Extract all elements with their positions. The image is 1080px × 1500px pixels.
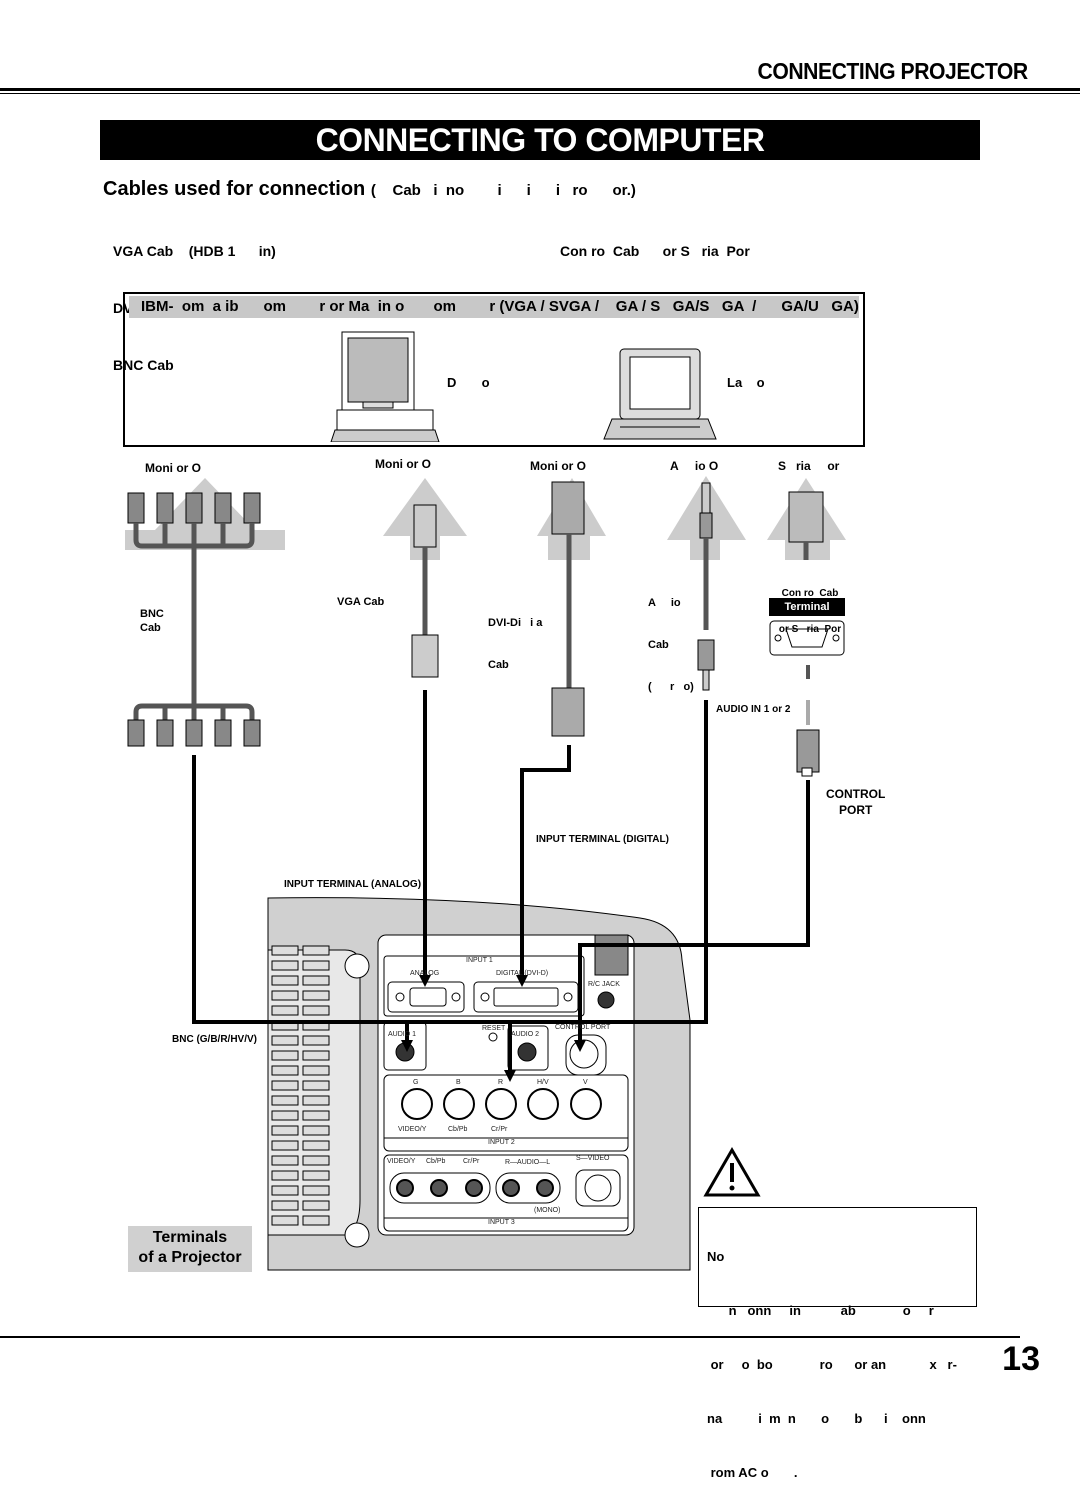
label-line: ( r o) [648, 681, 694, 693]
dvi-cable-label: DVI-Di i a Cab [488, 588, 542, 686]
input3-video-y: VIDEO/Y [387, 1158, 416, 1165]
control-port-plug [796, 729, 820, 773]
input3-cb-pb: Cb/Pb [426, 1158, 446, 1165]
panel-rc-jack-label: R/C JACK [588, 981, 620, 988]
dvi-plug-bottom [551, 687, 585, 737]
input3-audio-rl: R—AUDIO—L [505, 1159, 551, 1166]
bnc-connectors-bottom [127, 719, 261, 747]
warning-icon [703, 1147, 761, 1197]
panel-mono-label: (MONO) [534, 1207, 561, 1214]
label-line: CONTROL [826, 787, 886, 801]
dvi-plug-top [551, 481, 585, 535]
input-terminal-analog-label: INPUT TERMINAL (ANALOG) [284, 879, 422, 890]
bnc-label-r: R [498, 1079, 504, 1086]
dvi-port [493, 987, 559, 1007]
panel-analog-label: ANALOG [410, 970, 440, 977]
label-line: Cab [648, 639, 669, 651]
label-line: Terminals [152, 1229, 228, 1246]
note-line: or o bo ro or an x r- [707, 1357, 957, 1372]
footer-rule [0, 1336, 1020, 1338]
panel-audio1-label: AUDIO 1 [388, 1031, 417, 1038]
audio2-port [517, 1042, 537, 1062]
label-line: Cab [488, 659, 509, 671]
panel-input1-label: INPUT 1 [466, 957, 493, 964]
bnc-inputs-label: BNC (G/B/R/HV/V) [172, 1034, 257, 1045]
label-line: Cab [140, 622, 161, 634]
panel-reset-label: RESET [482, 1025, 506, 1032]
bnc-cable-label: BNC Cab [140, 607, 164, 635]
audio-cable-label: A io Cab ( r o) [648, 568, 694, 708]
note-line: n onn in ab o r [707, 1303, 934, 1318]
note-box: No n onn in ab o r or o bo ro or an x r-… [698, 1207, 977, 1480]
label-line: of a Projector [138, 1249, 242, 1266]
reset-button [488, 1032, 498, 1042]
note-line: na i m n o b i onn [707, 1411, 926, 1426]
vga-plug-bottom [411, 634, 439, 678]
label-line: BNC [140, 608, 164, 620]
note-title: No [707, 1249, 725, 1264]
input-terminal-digital-label: INPUT TERMINAL (DIGITAL) [536, 834, 669, 845]
note-line: rom AC o . [707, 1465, 798, 1480]
control-port-label: CONTROL PORT [826, 786, 885, 818]
connection-diagram [125, 476, 846, 1271]
terminal-badge: Terminal [769, 598, 845, 616]
bnc-arrow [125, 478, 285, 550]
bnc-label-v: V [583, 1079, 588, 1086]
vga-plug-top [413, 504, 437, 548]
rc-jack-port [597, 991, 615, 1009]
input3-cr-pr: Cr/Pr [463, 1158, 480, 1165]
panel-control-port-label: CONTROL PORT [555, 1024, 611, 1031]
panel-digital-label: DIGITAL (DVI-D) [496, 970, 549, 977]
audio-plug [697, 639, 715, 671]
bnc-label-hv: H/V [537, 1079, 549, 1086]
bnc-label-cr-pr: Cr/Pr [491, 1126, 508, 1133]
audio-in-label: AUDIO IN 1 or 2 [716, 704, 791, 715]
bnc-label-b: B [456, 1079, 461, 1086]
control-port-socket [569, 1039, 599, 1069]
terminals-of-projector-label: Terminals of a Projector [128, 1226, 252, 1272]
serial-plug [788, 491, 824, 543]
panel-input3-label: INPUT 3 [488, 1219, 515, 1226]
s-video-port [584, 1174, 612, 1202]
label-line: DVI-Di i a [488, 617, 543, 629]
bnc-label-g: G [413, 1079, 419, 1086]
analog-vga-port [409, 987, 447, 1007]
vga-cable-label: VGA Cab [337, 596, 385, 608]
bnc-label-cb-pb: Cb/Pb [448, 1126, 468, 1133]
panel-input2-label: INPUT 2 [488, 1139, 515, 1146]
bnc-label-video-y: VIDEO/Y [398, 1126, 427, 1133]
panel-audio2-label: AUDIO 2 [511, 1031, 540, 1038]
input3-s-video: S—VIDEO [576, 1155, 610, 1162]
label-line: PORT [838, 803, 873, 817]
page-number: 13 [1002, 1340, 1040, 1378]
label-line: A io [648, 597, 681, 609]
label-line: or S ria Por [778, 624, 842, 635]
